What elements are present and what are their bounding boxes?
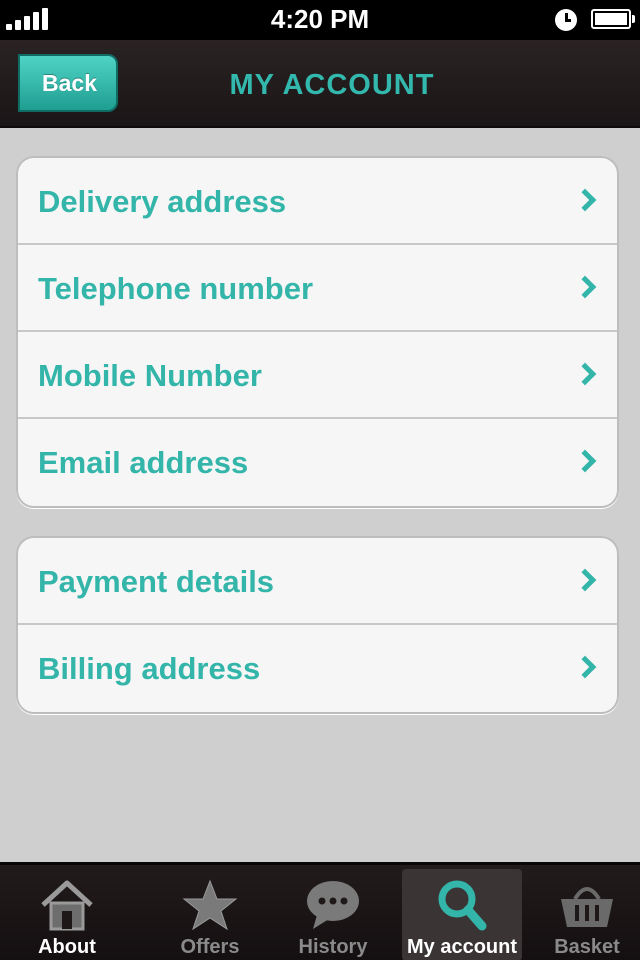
chevron-right-icon (573, 568, 597, 592)
tab-about[interactable]: About (7, 869, 127, 960)
tab-my-account[interactable]: My account (402, 869, 522, 960)
alarm-clock-icon (555, 9, 577, 31)
star-icon (182, 879, 238, 931)
tab-label: My account (406, 936, 518, 958)
list-item-payment-details[interactable]: Payment details (18, 538, 617, 625)
back-button-label: Back (42, 70, 97, 96)
list-item-label: Delivery address (38, 184, 287, 219)
list-item-email-address[interactable]: Email address (18, 419, 617, 506)
tab-label: Offers (180, 936, 240, 958)
tab-label: Basket (554, 936, 620, 958)
list-item-label: Billing address (38, 651, 261, 686)
chat-bubble-icon (307, 881, 359, 929)
account-payment-group: Payment details Billing address (16, 536, 619, 714)
list-item-label: Payment details (38, 564, 275, 599)
list-item-delivery-address[interactable]: Delivery address (18, 158, 617, 245)
list-item-billing-address[interactable]: Billing address (18, 625, 617, 712)
list-item-label: Email address (38, 445, 249, 480)
tab-label: About (38, 936, 96, 958)
tab-basket[interactable]: Basket (527, 869, 640, 960)
list-item-telephone-number[interactable]: Telephone number (18, 245, 617, 332)
home-icon (41, 880, 93, 931)
tab-offers[interactable]: Offers (150, 869, 270, 960)
navigation-bar: Back MY ACCOUNT (0, 40, 640, 128)
status-time: 4:20 PM (270, 4, 370, 34)
list-item-label: Telephone number (38, 271, 314, 306)
status-bar: 4:20 PM (0, 0, 640, 40)
basket-icon (561, 887, 613, 927)
tab-label: History (298, 936, 368, 958)
search-icon (438, 880, 487, 931)
chevron-right-icon (573, 449, 597, 473)
chevron-right-icon (573, 188, 597, 212)
battery-icon (591, 9, 635, 29)
chevron-right-icon (573, 655, 597, 679)
list-item-mobile-number[interactable]: Mobile Number (18, 332, 617, 419)
chevron-right-icon (573, 275, 597, 299)
tab-bar: About Offers History My account Basket (0, 862, 640, 960)
tab-history[interactable]: History (273, 869, 393, 960)
account-contact-group: Delivery address Telephone number Mobile… (16, 156, 619, 508)
list-item-label: Mobile Number (38, 358, 262, 393)
chevron-right-icon (573, 362, 597, 386)
